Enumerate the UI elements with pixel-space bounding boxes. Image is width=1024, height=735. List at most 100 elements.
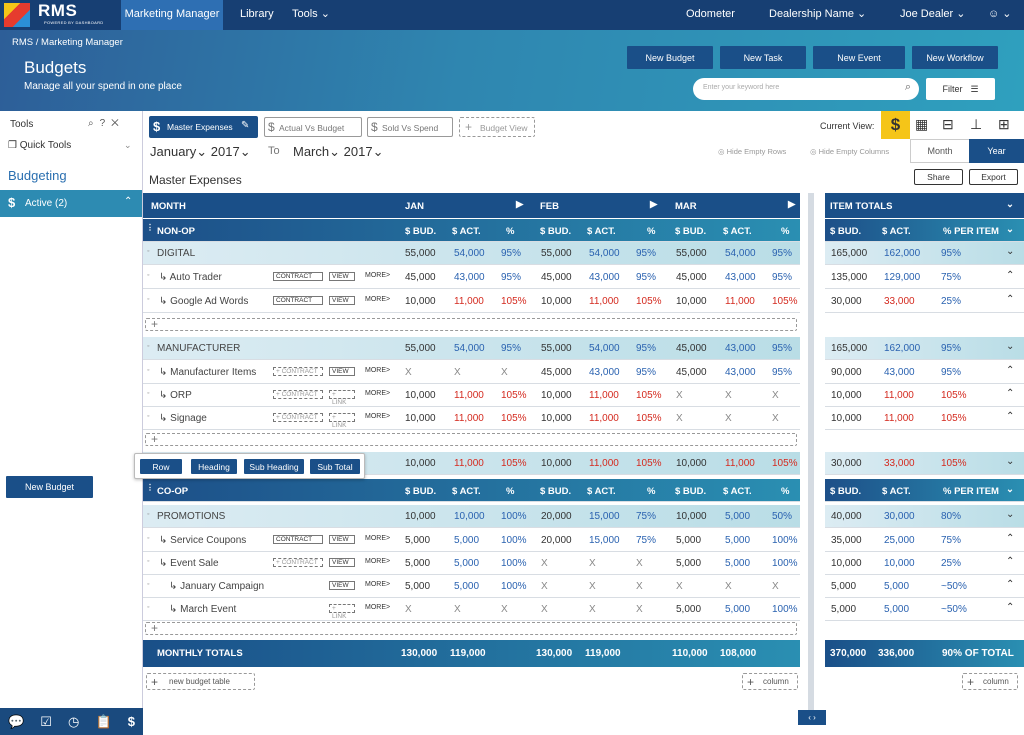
tab-actual-vs-budget[interactable]: $ Actual Vs Budget — [264, 117, 362, 137]
hide-empty-rows-toggle[interactable]: ◎ Hide Empty Rows — [718, 147, 786, 156]
search-icon[interactable]: ⌕ — [88, 118, 100, 129]
add-row-placeholder[interactable]: + — [145, 317, 797, 331]
chevron-up-icon[interactable]: ⌃ — [1006, 388, 1014, 399]
view-button[interactable]: VIEW — [329, 558, 355, 567]
add-budget-view-button[interactable]: + Budget View — [459, 117, 535, 137]
layout-icon[interactable]: ⊥ — [970, 116, 982, 133]
contract-tag[interactable]: CONTRACT — [273, 272, 323, 281]
contract-tag[interactable]: + CONTRACT — [273, 390, 323, 399]
row-handle-icon[interactable]: ◦ — [147, 390, 149, 397]
link-tag[interactable]: + LINK — [329, 390, 355, 406]
view-dollar-icon[interactable]: $ — [881, 111, 910, 139]
add-row-placeholder[interactable]: + — [145, 432, 797, 446]
chevron-up-icon[interactable]: ⌃ — [1006, 270, 1014, 281]
more-link[interactable]: MORE> — [365, 296, 390, 303]
chevron-down-icon[interactable]: ⌄ — [1006, 509, 1014, 520]
nav-dealership[interactable]: Dealership Name ⌄ — [769, 0, 866, 30]
pencil-icon[interactable]: ✎ — [241, 120, 249, 131]
smiley-icon[interactable]: ☺ ⌄ — [988, 0, 1012, 30]
share-button[interactable]: Share — [914, 169, 963, 185]
breadcrumb[interactable]: RMS / Marketing Manager — [12, 37, 123, 48]
row-handle-icon[interactable]: ◦ — [147, 367, 149, 374]
row-handle-icon[interactable]: ◦ — [147, 296, 149, 303]
tab-tools[interactable]: Tools ⌄ — [292, 0, 330, 30]
collapse-arrows-button[interactable]: ‹ › — [798, 710, 826, 725]
new-workflow-button[interactable]: New Workflow — [912, 46, 998, 69]
chat-icon[interactable]: 💬 — [8, 714, 24, 730]
play-icon[interactable]: ▶ — [516, 199, 523, 210]
new-budget-button[interactable]: New Budget — [6, 476, 93, 498]
search-icon[interactable]: ⌕ — [905, 81, 911, 94]
contract-tag[interactable]: + CONTRACT — [273, 367, 323, 376]
row-handle-icon[interactable]: ◦ — [147, 535, 149, 542]
row-handle-icon[interactable]: ◦ — [147, 558, 149, 565]
filter-button[interactable]: Filter ☰ — [926, 78, 995, 100]
tools-actions[interactable]: ⌕?✕ — [88, 118, 125, 129]
chevron-down-icon[interactable]: ⌄ — [1006, 484, 1014, 495]
more-link[interactable]: MORE> — [365, 535, 390, 542]
hide-empty-columns-toggle[interactable]: ◎ Hide Empty Columns — [810, 147, 889, 156]
month-toggle-button[interactable]: Month — [910, 139, 970, 163]
chevron-up-icon[interactable]: ⌃ — [1006, 365, 1014, 376]
more-link[interactable]: MORE> — [365, 558, 390, 565]
drag-handle-icon[interactable]: ⋮ — [146, 483, 154, 492]
gantt-icon[interactable]: ⊟ — [942, 116, 954, 133]
new-event-button[interactable]: New Event — [813, 46, 905, 69]
clock-icon[interactable]: ◷ — [68, 714, 79, 730]
add-subheading-button[interactable]: Sub Heading — [244, 459, 304, 474]
chevron-up-icon[interactable]: ⌃ — [1006, 556, 1014, 567]
row-handle-icon[interactable]: ◦ — [147, 604, 149, 611]
chevron-down-icon[interactable]: ⌄ — [1006, 199, 1014, 210]
play-icon[interactable]: ▶ — [788, 199, 795, 210]
more-link[interactable]: MORE> — [365, 390, 390, 397]
row-handle-icon[interactable]: ◦ — [147, 248, 149, 255]
year-toggle-button[interactable]: Year — [969, 139, 1024, 163]
dollar-icon[interactable]: $ — [128, 714, 135, 729]
add-subtotal-button[interactable]: Sub Total — [310, 459, 360, 474]
calendar-icon[interactable]: ▦ — [915, 116, 928, 133]
more-link[interactable]: MORE> — [365, 413, 390, 420]
link-tag[interactable]: + LINK — [329, 413, 355, 429]
to-month-select[interactable]: March⌄ 2017⌄ — [293, 144, 383, 160]
chevron-up-icon[interactable]: ⌃ — [1006, 579, 1014, 590]
view-button[interactable]: VIEW — [329, 272, 355, 281]
tab-master-expenses[interactable]: $ Master Expenses ✎ — [149, 116, 258, 138]
chevron-down-icon[interactable]: ⌄ — [1006, 341, 1014, 352]
new-budget-table-button[interactable]: + new budget table — [146, 673, 255, 690]
view-button[interactable]: VIEW — [329, 535, 355, 544]
rms-logo[interactable]: RMS POWERED BY DASHBOARD — [0, 0, 120, 30]
from-month-select[interactable]: January⌄ 2017⌄ — [150, 144, 251, 160]
add-total-column-button[interactable]: + column — [962, 673, 1018, 690]
column-divider[interactable] — [808, 193, 814, 723]
row-handle-icon[interactable]: ◦ — [147, 413, 149, 420]
add-row-button[interactable]: Row — [140, 459, 182, 474]
more-link[interactable]: MORE> — [365, 272, 390, 279]
more-link[interactable]: MORE> — [365, 581, 390, 588]
chevron-down-icon[interactable]: ⌄ — [1006, 246, 1014, 257]
contract-tag[interactable]: CONTRACT — [273, 535, 323, 544]
help-icon[interactable]: ? — [100, 118, 112, 129]
chevron-up-icon[interactable]: ⌃ — [1006, 294, 1014, 305]
chevron-down-icon[interactable]: ⌄ — [1006, 456, 1014, 467]
close-icon[interactable]: ✕ — [111, 118, 125, 129]
more-link[interactable]: MORE> — [365, 604, 390, 611]
row-handle-icon[interactable]: ◦ — [147, 272, 149, 279]
chevron-down-icon[interactable]: ⌄ — [1006, 224, 1014, 235]
sidebar-item-active[interactable]: $ Active (2) ⌃ — [0, 190, 142, 217]
contract-tag[interactable]: + CONTRACT — [273, 413, 323, 422]
add-row-placeholder[interactable]: + — [145, 621, 797, 635]
nav-user[interactable]: Joe Dealer ⌄ — [900, 0, 965, 30]
contract-tag[interactable]: CONTRACT — [273, 296, 323, 305]
chevron-up-icon[interactable]: ⌃ — [1006, 411, 1014, 422]
grid-icon[interactable]: ⊞ — [998, 116, 1010, 133]
row-handle-icon[interactable]: ◦ — [147, 343, 149, 350]
tab-library[interactable]: Library — [240, 0, 274, 30]
play-icon[interactable]: ▶ — [650, 199, 657, 210]
link-tag[interactable]: + LINK — [329, 604, 355, 620]
chevron-up-icon[interactable]: ⌃ — [1006, 533, 1014, 544]
search-input[interactable]: Enter your keyword here ⌕ — [693, 78, 919, 100]
view-button[interactable]: VIEW — [329, 367, 355, 376]
tab-sold-vs-spend[interactable]: $ Sold Vs Spend — [367, 117, 453, 137]
clipboard-icon[interactable]: 📋 — [95, 714, 111, 730]
view-button[interactable]: VIEW — [329, 581, 355, 590]
